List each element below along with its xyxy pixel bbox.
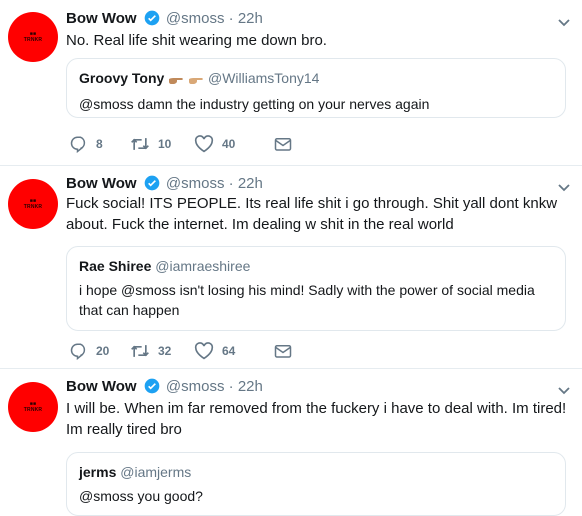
quoted-tweet[interactable]: jerms @iamjerms @smoss you good? xyxy=(66,452,566,516)
avatar[interactable]: ■■ TRNKR xyxy=(8,12,58,62)
avatar-logo: ■■ TRNKR xyxy=(23,31,43,43)
tweet[interactable]: ■■ TRNKR Bow Wow @smoss · 22h Fuck social… xyxy=(0,165,582,369)
like-count: 64 xyxy=(222,344,236,358)
like-icon xyxy=(194,135,214,153)
author-handle[interactable]: @smoss xyxy=(166,175,225,192)
timestamp[interactable]: 22h xyxy=(238,175,263,192)
reply-icon xyxy=(70,343,86,360)
author-name[interactable]: Bow Wow xyxy=(66,175,137,192)
separator: · xyxy=(228,175,234,192)
tweet[interactable]: ■■ TRNKR Bow Wow @smoss · 22h I will be. … xyxy=(0,368,582,516)
direct-message-button[interactable] xyxy=(274,343,300,359)
quoted-tweet-text: i hope @smoss isn't losing his mind! Sad… xyxy=(79,282,535,318)
timestamp[interactable]: 22h xyxy=(238,10,263,27)
tweet-text: I will be. When im far removed from the … xyxy=(66,400,567,438)
tweet[interactable]: ■■ TRNKR Bow Wow @smoss · 22h No. Real li… xyxy=(0,0,582,166)
direct-message-button[interactable] xyxy=(274,136,300,152)
retweet-button[interactable]: 10 xyxy=(130,135,194,153)
avatar[interactable]: ■■ TRNKR xyxy=(8,382,58,432)
retweet-icon xyxy=(131,138,149,150)
like-count: 40 xyxy=(222,137,236,151)
retweet-button[interactable]: 32 xyxy=(130,342,194,360)
quoted-author-name: jerms xyxy=(79,464,117,480)
avatar-logo: ■■ TRNKR xyxy=(23,401,43,413)
direct-message-icon xyxy=(274,138,292,151)
reply-count: 8 xyxy=(96,137,103,151)
quoted-author-name: Groovy Tony xyxy=(79,70,165,86)
reply-button[interactable]: 20 xyxy=(70,342,130,360)
retweet-icon xyxy=(131,345,149,357)
quoted-author-name: Rae Shiree xyxy=(79,258,152,274)
pointing-hand-emoji xyxy=(188,71,204,90)
quoted-author-handle: @iamraeshiree xyxy=(155,258,251,274)
quoted-author-handle: @WilliamsTony14 xyxy=(207,70,320,86)
avatar-logo: ■■ TRNKR xyxy=(23,198,43,210)
author-handle[interactable]: @smoss xyxy=(166,10,225,27)
quoted-tweet-text: @smoss you good? xyxy=(79,488,203,504)
quoted-tweet[interactable]: Rae Shiree @iamraeshiree i hope @smoss i… xyxy=(66,246,566,331)
reply-count: 20 xyxy=(96,344,110,358)
quoted-author-handle: @iamjerms xyxy=(120,464,192,480)
separator: · xyxy=(228,10,234,27)
author-name[interactable]: Bow Wow xyxy=(66,10,137,27)
like-button[interactable]: 40 xyxy=(194,135,274,153)
author-name[interactable]: Bow Wow xyxy=(66,378,137,395)
reply-button[interactable]: 8 xyxy=(70,135,130,153)
reply-icon xyxy=(70,136,86,153)
separator: · xyxy=(228,378,234,395)
verified-badge-icon xyxy=(144,10,160,32)
retweet-count: 32 xyxy=(158,344,172,358)
like-button[interactable]: 64 xyxy=(194,342,274,360)
pointing-hand-emoji xyxy=(168,71,184,90)
quoted-tweet[interactable]: Groovy Tony @WilliamsTony14 @smoss damn … xyxy=(66,58,566,118)
like-icon xyxy=(194,342,214,360)
quoted-tweet-text: @smoss damn the industry getting on your… xyxy=(79,96,430,112)
retweet-count: 10 xyxy=(158,137,172,151)
tweet-text: No. Real life shit wearing me down bro. xyxy=(66,32,327,49)
verified-badge-icon xyxy=(144,378,160,400)
direct-message-icon xyxy=(274,345,292,358)
avatar[interactable]: ■■ TRNKR xyxy=(8,179,58,229)
tweet-text: Fuck social! ITS PEOPLE. Its real life s… xyxy=(66,195,558,233)
timestamp[interactable]: 22h xyxy=(238,378,263,395)
author-handle[interactable]: @smoss xyxy=(166,378,225,395)
